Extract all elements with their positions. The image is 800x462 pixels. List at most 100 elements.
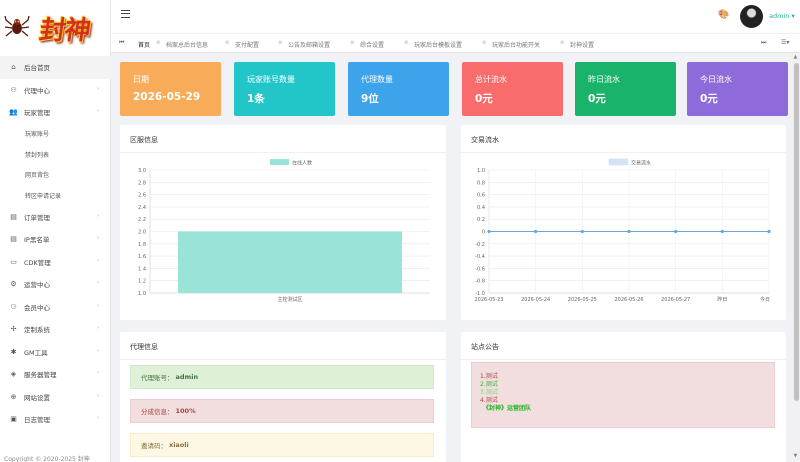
data-point	[580, 229, 584, 234]
scroll-up-icon[interactable]: ▲	[794, 54, 798, 60]
sidebar-item[interactable]: ⊕ 网站设置 ›	[0, 386, 111, 409]
tab-close-icon[interactable]: ⊗	[404, 40, 408, 46]
chevron-icon: ›	[97, 415, 99, 421]
sidebar-item[interactable]: ▣ 日志管理 ›	[0, 408, 111, 431]
log-icon: ▣	[10, 415, 17, 424]
tab-options-icon[interactable]: ☰▾	[781, 39, 789, 46]
tab[interactable]: 玩家后台功能开关	[492, 40, 540, 49]
tab-close-icon[interactable]: ⊗	[482, 40, 486, 46]
tab-next-icon[interactable]: ⏭	[761, 39, 766, 47]
sidebar-item[interactable]: ⚇ 代理中心 ›	[0, 79, 111, 102]
notice-line: 1.测试	[480, 373, 498, 380]
chevron-icon: ›	[97, 280, 99, 286]
sidebar-item-label: 服务器管理	[24, 371, 57, 380]
y-tick-label: 0.6	[477, 193, 485, 199]
tab[interactable]: 公告及邮箱设置	[288, 40, 330, 49]
scrollbar[interactable]: ▲ ▼	[792, 53, 800, 462]
spider-icon	[4, 15, 30, 37]
sidebar-subitem[interactable]: 玩家账号	[0, 124, 111, 145]
stat-label: 代理数量	[361, 75, 393, 84]
sidebar-item[interactable]: ▭ CDK管理 ›	[0, 251, 111, 274]
sidebar-menu: ⌂ 后台首页 ⚇ 代理中心 › 👥 玩家管理 › 玩家账号 禁封列表 网页背包 转区申请记录 ▤ 订单管理…	[0, 56, 111, 431]
sidebar-item-label: CDK管理	[24, 258, 51, 267]
sidebar: 封神 ⌂ 后台首页 ⚇ 代理中心 › 👥 玩家管理 › 玩家账号 禁封列表 网页背包 转区申请记录 ▤ 订…	[0, 0, 111, 462]
scroll-down-icon[interactable]: ▼	[794, 453, 798, 459]
data-point	[534, 229, 538, 234]
chevron-icon: ›	[97, 257, 99, 264]
stat-value: 0元	[588, 93, 606, 105]
legend-label: 交易流水	[631, 160, 651, 167]
logo-text: 封神	[37, 15, 92, 46]
stat-value: 2026-05-29	[133, 91, 201, 103]
menu-toggle-icon[interactable]	[121, 10, 130, 18]
home-icon: ⌂	[11, 63, 16, 72]
tab-bar: ⏮ 首页 档案总后台信息 ⊗ 支付配置 ⊗ 公告及邮箱设置 ⊗ 综合设置 ⊗ 玩家后台模板设置 ⊗ 玩…	[111, 33, 800, 53]
y-tick-label: 2.2	[138, 217, 146, 223]
tab[interactable]: 玩家后台模板设置	[414, 40, 462, 49]
chevron-icon: ›	[97, 370, 99, 376]
y-tick-label: -0.2	[475, 242, 485, 248]
sidebar-item[interactable]: ⚆ 会员中心 ›	[0, 296, 111, 319]
tab-prev-icon[interactable]: ⏮	[119, 39, 124, 47]
stat-label: 玩家账号数量	[247, 75, 295, 84]
tab-close-icon[interactable]: ⊗	[560, 40, 564, 46]
main-content: 日期 2026-05-29 玩家账号数量 1条 代理数量 9位 总计流水 0元 昨日流水 0元 今日…	[111, 53, 791, 462]
agent-invite-row: 邀请码： xiaoli	[130, 433, 434, 457]
x-tick-label: 2026-05-25	[568, 297, 597, 303]
sidebar-item[interactable]: ✱ GM工具 ›	[0, 341, 111, 364]
logo[interactable]: 封神	[0, 0, 110, 56]
stat-card: 昨日流水 0元	[575, 62, 676, 116]
panel-title: 区服信息	[130, 136, 158, 144]
legend-swatch	[270, 159, 289, 165]
sidebar-item[interactable]: ▤ 订单管理 ›	[0, 206, 111, 229]
tab[interactable]: 首页	[138, 40, 150, 49]
legend-swatch	[608, 158, 629, 166]
sidebar-item[interactable]: 👥 玩家管理 ›	[0, 101, 111, 124]
sidebar-subitem[interactable]: 网页背包	[0, 165, 111, 186]
notice-signature: 《封神》运营团队	[483, 405, 532, 412]
tab-close-icon[interactable]: ⊗	[350, 40, 354, 46]
tab[interactable]: 封神设置	[570, 40, 594, 49]
avatar[interactable]	[740, 5, 763, 28]
order-icon: ▤	[10, 212, 17, 221]
tab[interactable]: 档案总后台信息	[166, 40, 208, 49]
data-point	[627, 229, 631, 234]
transactions-chart: 交易流水1.00.80.60.40.20-0.2-0.4-0.6-0.8-1.0…	[474, 158, 771, 303]
chevron-icon: ›	[97, 235, 99, 241]
stat-card: 日期 2026-05-29	[120, 62, 221, 116]
agent-share-label: 分成信息：	[141, 408, 174, 416]
sidebar-item-label: GM工具	[24, 348, 48, 357]
tab[interactable]: 综合设置	[360, 40, 384, 49]
sidebar-item[interactable]: ✢ 定制系统 ›	[0, 318, 111, 341]
y-tick-label: 1.2	[138, 279, 146, 285]
scroll-thumb[interactable]	[793, 63, 799, 401]
y-tick-label: 3.0	[138, 168, 146, 174]
y-tick-label: 0	[482, 230, 485, 236]
agent-invite-value: xiaoli	[169, 441, 189, 449]
stat-label: 日期	[133, 75, 149, 84]
notice-box: 1.测试 2.测试 3.测试 4.测试 《封神》运营团队	[471, 362, 775, 428]
tab-close-icon[interactable]: ⊗	[278, 40, 282, 46]
sidebar-subitem[interactable]: 禁封列表	[0, 144, 111, 165]
palette-icon[interactable]: 🎨	[718, 10, 729, 20]
stat-card: 今日流水 0元	[687, 62, 788, 116]
topbar: 🎨 admin ▾	[111, 0, 800, 33]
x-tick-label: 2026-05-23	[474, 297, 503, 303]
sidebar-item[interactable]: ⌂ 后台首页	[0, 56, 111, 79]
sidebar-item[interactable]: ◈ 服务器管理 ›	[0, 363, 111, 386]
tab[interactable]: 支付配置	[235, 40, 259, 49]
sidebar-item[interactable]: ⚙ 运营中心 ›	[0, 273, 111, 296]
tab-close-icon[interactable]: ⊗	[225, 40, 229, 46]
sidebar-item[interactable]: ▤ IP黑名单 ›	[0, 228, 111, 251]
y-tick-label: 1.8	[138, 242, 146, 248]
tab-close-icon[interactable]: ⊗	[156, 40, 160, 46]
sidebar-subitem[interactable]: 转区申请记录	[0, 185, 111, 206]
sidebar-item-label: 会员中心	[24, 303, 50, 312]
stat-value: 9位	[361, 93, 379, 105]
bar	[178, 231, 402, 293]
data-point	[720, 229, 724, 234]
stat-label: 今日流水	[700, 75, 732, 84]
user-menu[interactable]: admin ▾	[769, 12, 795, 20]
sidebar-item-label: 代理中心	[24, 86, 50, 95]
notice-line: 4.测试	[480, 397, 498, 404]
